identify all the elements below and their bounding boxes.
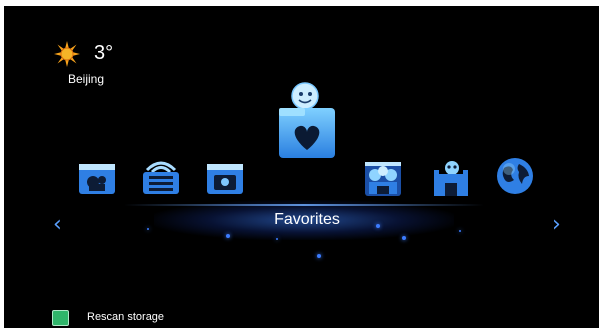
prev-arrow-icon[interactable]: ‹ [53, 212, 62, 237]
favorites-app-icon[interactable] [274, 80, 344, 164]
next-arrow-icon[interactable]: › [552, 212, 561, 237]
glow-dot [402, 236, 406, 240]
glow-dot [147, 228, 149, 230]
game-castle-icon [434, 161, 468, 196]
glow-dot [317, 254, 321, 258]
browser-app-icon[interactable] [495, 156, 535, 196]
video-folder-icon [79, 164, 115, 194]
video-app-icon[interactable] [77, 158, 117, 198]
glow-dot [376, 224, 380, 228]
selection-line [124, 204, 484, 206]
temperature-text: 3° [94, 42, 114, 64]
photo-folder-icon [207, 164, 243, 194]
rescan-storage-label: Rescan storage [87, 311, 165, 323]
green-key-icon [52, 310, 69, 326]
tv-launcher-screen: 3° Beijing Favorites ‹ › Rescan storage [4, 6, 599, 328]
favorites-folder-icon [279, 82, 335, 158]
photo-app-icon[interactable] [205, 158, 245, 198]
glow-dot [276, 238, 278, 240]
city-text: Beijing [68, 72, 105, 86]
wifi-folder-icon [143, 161, 179, 194]
glow-dot [226, 234, 230, 238]
game-app-icon[interactable] [430, 158, 470, 198]
gallery-app-icon[interactable] [363, 158, 403, 198]
network-app-icon[interactable] [141, 154, 181, 194]
globe-icon [497, 158, 533, 194]
glow-dot [459, 230, 461, 232]
gallery-icon [365, 162, 401, 196]
sun-icon [54, 41, 80, 67]
